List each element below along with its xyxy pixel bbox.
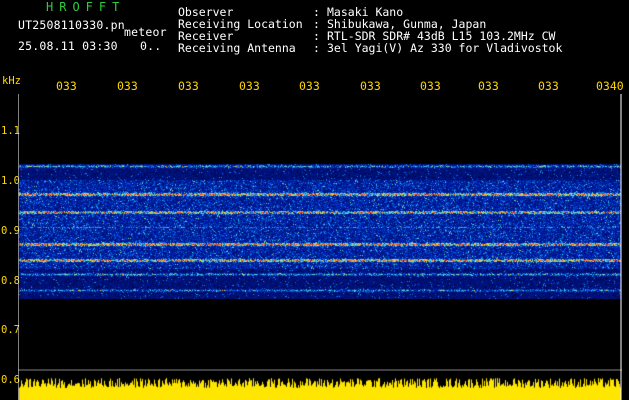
header-colon: :	[313, 41, 320, 55]
file-name: UT2508110330.pn	[18, 18, 125, 32]
header-label-antenna: Receiving Antenna	[178, 41, 296, 55]
time-tick: 033	[360, 79, 381, 93]
time-tick: 033	[178, 79, 199, 93]
header-value-antenna: 3el Yagi(V) Az 330 for Vladivostok	[327, 41, 563, 55]
time-tick: 033	[56, 79, 77, 93]
time-tick: 033	[117, 79, 138, 93]
time-tick: 033	[478, 79, 499, 93]
file-timestamp: 25.08.11 03:30	[18, 39, 118, 53]
time-tick: 033	[538, 79, 559, 93]
time-tick: 033	[239, 79, 260, 93]
spectrogram-frame	[18, 94, 622, 400]
time-tick: 0340	[596, 79, 624, 93]
time-tick: 033	[299, 79, 320, 93]
time-tick: 033	[420, 79, 441, 93]
y-axis-unit: kHz	[2, 75, 21, 87]
app-logo: HROFFT	[46, 0, 126, 14]
file-tag: meteor	[124, 25, 167, 39]
file-count: 0..	[140, 39, 162, 53]
